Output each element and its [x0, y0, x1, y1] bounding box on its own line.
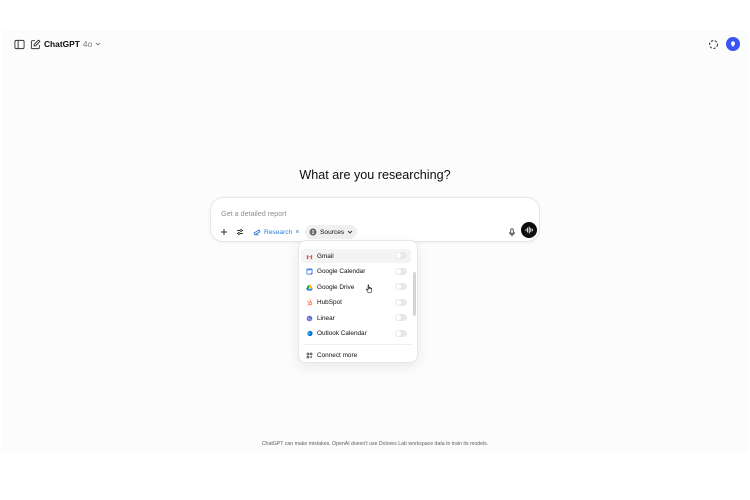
source-item-gmail[interactable]: Gmail [301, 249, 411, 263]
dictate-button[interactable] [505, 225, 519, 239]
google-calendar-icon [306, 268, 313, 275]
source-item-label: Google Drive [317, 283, 355, 291]
source-item-linear[interactable]: Linear [301, 311, 411, 325]
research-label: Research [264, 228, 293, 236]
source-toggle[interactable] [395, 252, 407, 259]
top-bar: ChatGPT 4o [2, 30, 748, 58]
sources-button[interactable]: Sources [305, 225, 358, 239]
sidebar-icon [13, 39, 25, 49]
waveform-icon [525, 226, 533, 234]
model-name: ChatGPT [44, 39, 80, 49]
chevron-down-icon [95, 42, 101, 46]
source-item-label: HubSpot [317, 299, 342, 306]
plus-icon [221, 229, 227, 235]
source-item-outlook-calendar[interactable]: Outlook Calendar [301, 327, 411, 341]
source-item-google-calendar[interactable]: Google Calendar [301, 265, 411, 279]
sources-label: Sources [320, 228, 345, 236]
page-title: What are you researching? [299, 168, 451, 182]
connect-more-label: Connect more [317, 351, 358, 359]
voice-mode-button[interactable] [521, 222, 537, 238]
source-toggle[interactable] [395, 314, 407, 321]
apps-grid-icon [306, 352, 313, 358]
google-drive-icon [306, 284, 313, 291]
temporary-chat-button[interactable] [703, 34, 723, 54]
user-avatar-icon [731, 41, 735, 47]
source-item-google-drive[interactable]: Google Drive [301, 280, 411, 294]
hubspot-icon [307, 299, 313, 306]
composer: Research × Sources [210, 197, 540, 242]
dashed-circle-icon [708, 39, 718, 49]
research-chip[interactable]: Research × [253, 225, 299, 239]
sliders-icon [237, 229, 243, 235]
edit-icon [30, 39, 40, 49]
chevron-down-icon [347, 230, 353, 234]
avatar[interactable] [726, 37, 740, 51]
source-toggle[interactable] [395, 283, 407, 290]
source-item-label: Outlook Calendar [317, 330, 367, 337]
chat-app: ChatGPT 4o What are you researching? Get… [2, 30, 748, 452]
source-toggle[interactable] [395, 329, 407, 337]
new-chat-button[interactable] [25, 34, 45, 54]
divider [305, 344, 413, 345]
add-attachment-button[interactable] [217, 225, 231, 239]
model-switcher[interactable]: ChatGPT 4o [44, 36, 101, 52]
outlook-calendar-icon [307, 330, 313, 337]
source-toggle[interactable] [395, 267, 407, 275]
source-item-label: Google Calendar [317, 268, 366, 275]
telescope-icon [253, 229, 261, 236]
source-item-label: Gmail [317, 252, 334, 260]
remove-research-button[interactable]: × [295, 229, 299, 236]
hand-cursor-icon [366, 284, 372, 294]
prompt-input[interactable] [221, 206, 481, 220]
linear-icon [306, 315, 313, 321]
source-item-label: Linear [317, 314, 335, 322]
source-item-hubspot[interactable]: HubSpot [301, 296, 411, 310]
sources-dropdown: Gmail Google Calendar Google Drive HubSp… [298, 240, 418, 363]
microphone-icon [509, 227, 515, 236]
globe-icon [309, 228, 317, 236]
connect-more-button[interactable]: Connect more [301, 348, 411, 362]
footer-disclaimer: ChatGPT can make mistakes. OpenAI doesn'… [261, 441, 489, 447]
tools-button[interactable] [233, 225, 247, 239]
model-version: 4o [82, 39, 93, 49]
source-toggle[interactable] [395, 298, 407, 306]
dropdown-scrollbar[interactable] [413, 272, 416, 316]
gmail-icon [306, 254, 313, 259]
